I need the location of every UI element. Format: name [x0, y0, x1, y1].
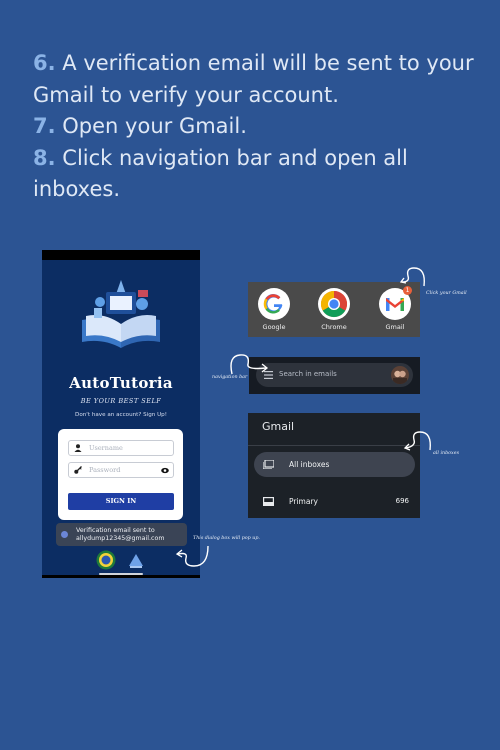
book-logo-icon: [82, 280, 160, 348]
note-dialog: This dialog box will pop up.: [193, 536, 260, 541]
sign-in-button[interactable]: SIGN IN: [68, 493, 174, 510]
seal-emblem-icon: [96, 550, 116, 570]
drawer-item-all-inboxes[interactable]: All inboxes: [254, 452, 415, 477]
bottom-bar: [42, 575, 200, 578]
avatar[interactable]: [391, 366, 409, 384]
curved-arrow-icon: [230, 354, 269, 375]
user-icon: [74, 444, 82, 452]
curved-arrow-icon: [403, 431, 431, 451]
verification-toast: Verification email sent to allydump12345…: [56, 523, 187, 546]
gmail-app[interactable]: 1 Gmail: [373, 286, 417, 331]
curved-arrow-icon: [399, 267, 425, 287]
gmail-search-panel: Search in emails: [249, 357, 420, 394]
password-field[interactable]: Password: [68, 462, 174, 478]
note-navigation-bar: navigation bar: [212, 375, 248, 380]
google-icon: [258, 288, 290, 320]
divider: [248, 445, 420, 446]
slogan: BE YOUR BEST SELF: [80, 397, 162, 405]
chrome-label: Chrome: [321, 323, 347, 331]
step-8: 8. Click navigation bar and open all inb…: [33, 145, 408, 202]
username-placeholder: Username: [89, 444, 123, 452]
toast-line-1: Verification email sent to: [76, 527, 155, 534]
curved-arrow-icon: [175, 545, 209, 567]
chrome-app[interactable]: Chrome: [312, 288, 356, 331]
home-screen-apps: Google Chrome 1 Gmail: [248, 282, 420, 337]
primary-label: Primary: [289, 497, 318, 506]
primary-count: 696: [395, 497, 409, 505]
signup-link[interactable]: Don't have an account? Sign Up!: [42, 412, 200, 418]
google-app[interactable]: Google: [252, 288, 296, 331]
eye-icon[interactable]: [161, 467, 169, 474]
chrome-icon: [318, 288, 350, 320]
gmail-title: Gmail: [262, 420, 295, 433]
autotutoria-login-screenshot: AutoTutoria BE YOUR BEST SELF Don't have…: [42, 250, 200, 578]
search-placeholder: Search in emails: [279, 370, 337, 378]
toast-line-2: allydump12345@gmail.com: [76, 535, 165, 542]
username-field[interactable]: Username: [68, 440, 174, 456]
step-7: 7. Open your Gmail.: [33, 114, 247, 138]
app-icon: [61, 531, 68, 538]
gmail-drawer: Gmail All inboxes Primary 696: [248, 413, 420, 518]
secondary-logo-icon: [129, 554, 143, 568]
gmail-icon: 1: [379, 286, 412, 320]
google-label: Google: [262, 323, 286, 331]
key-icon: [74, 466, 82, 474]
login-card: Username Password SIGN IN: [58, 429, 183, 520]
all-inboxes-label: All inboxes: [289, 460, 330, 469]
brand-title: AutoTutoria: [69, 374, 173, 392]
instructions: 6. A verification email will be sent to …: [33, 48, 478, 206]
status-bar: [42, 250, 200, 260]
all-inboxes-icon: [263, 460, 274, 469]
gmail-label: Gmail: [385, 323, 405, 331]
search-bar[interactable]: Search in emails: [256, 363, 413, 387]
note-all-inboxes: all inboxes: [433, 451, 460, 456]
inbox-icon: [263, 497, 274, 506]
note-click-gmail: Click your Gmail: [426, 291, 467, 296]
step-6: 6. A verification email will be sent to …: [33, 51, 474, 107]
password-placeholder: Password: [89, 466, 121, 474]
drawer-item-primary[interactable]: Primary 696: [254, 489, 415, 514]
